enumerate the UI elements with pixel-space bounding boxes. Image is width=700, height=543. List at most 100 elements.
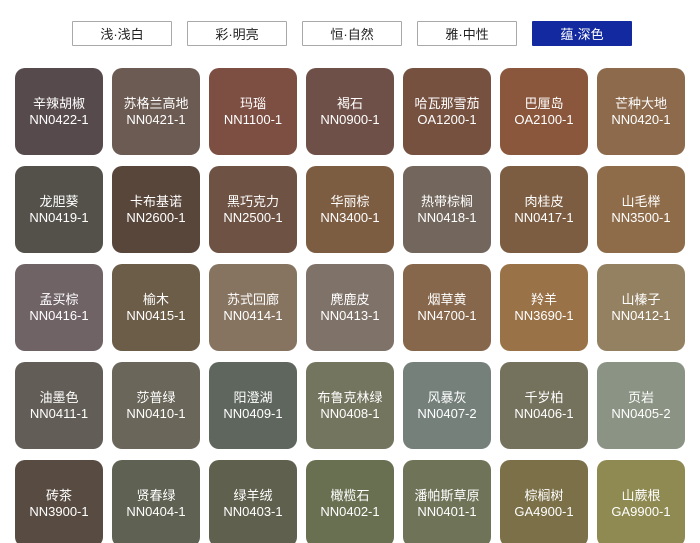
swatch-code: NN2600-1: [126, 209, 186, 225]
swatch-code: NN0900-1: [320, 111, 380, 127]
color-swatch[interactable]: 热带棕榈 NN0418-1: [403, 166, 491, 253]
color-swatch[interactable]: 莎普绿 NN0410-1: [112, 362, 200, 449]
color-swatch[interactable]: 阳澄湖 NN0409-1: [209, 362, 297, 449]
swatch-code: NN0422-1: [29, 111, 89, 127]
swatch-code: NN0419-1: [29, 209, 89, 225]
color-swatch[interactable]: 麂鹿皮 NN0413-1: [306, 264, 394, 351]
swatch-code: NN0417-1: [514, 209, 574, 225]
swatch-name: 龙胆葵: [39, 193, 79, 209]
swatch-name: 麂鹿皮: [330, 291, 370, 307]
color-swatch[interactable]: 玛瑙 NN1100-1: [209, 68, 297, 155]
color-swatch[interactable]: 龙胆葵 NN0419-1: [15, 166, 103, 253]
color-swatch[interactable]: 山榛子 NN0412-1: [597, 264, 685, 351]
color-swatch-grid: 辛辣胡椒 NN0422-1 苏格兰高地 NN0421-1 玛瑙 NN1100-1 褐石 NN0…: [15, 68, 685, 543]
color-swatch[interactable]: 孟买棕 NN0416-1: [15, 264, 103, 351]
swatch-code: NN0401-1: [417, 503, 477, 519]
tab-color-category-3[interactable]: 恒·自然: [302, 21, 403, 46]
swatch-name: 绿羊绒: [233, 487, 273, 503]
swatch-name: 橄榄石: [330, 487, 370, 503]
swatch-code: NN0405-2: [611, 405, 671, 421]
swatch-name: 莎普绿: [136, 389, 176, 405]
swatch-name: 卡布基诺: [129, 193, 182, 209]
swatch-name: 棕榈树: [524, 487, 564, 503]
swatch-name: 热带棕榈: [420, 193, 473, 209]
swatch-name: 阳澄湖: [233, 389, 273, 405]
swatch-name: 辛辣胡椒: [32, 95, 85, 111]
swatch-name: 砖茶: [45, 487, 72, 503]
swatch-code: NN2500-1: [223, 209, 283, 225]
color-swatch[interactable]: 哈瓦那雪茄 OA1200-1: [403, 68, 491, 155]
color-swatch[interactable]: 砖茶 NN3900-1: [15, 460, 103, 543]
color-swatch[interactable]: 芒种大地 NN0420-1: [597, 68, 685, 155]
color-swatch[interactable]: 卡布基诺 NN2600-1: [112, 166, 200, 253]
swatch-name: 潘帕斯草原: [414, 487, 480, 503]
swatch-code: NN0406-1: [514, 405, 574, 421]
tab-color-category-5[interactable]: 蕴·深色: [532, 21, 632, 46]
color-swatch[interactable]: 羚羊 NN3690-1: [500, 264, 588, 351]
color-swatch[interactable]: 贤春绿 NN0404-1: [112, 460, 200, 543]
swatch-name: 山榛子: [621, 291, 661, 307]
swatch-name: 孟买棕: [39, 291, 79, 307]
swatch-code: GA9900-1: [611, 503, 671, 519]
swatch-name: 黑巧克力: [226, 193, 279, 209]
color-swatch[interactable]: 黑巧克力 NN2500-1: [209, 166, 297, 253]
swatch-name: 风暴灰: [427, 389, 467, 405]
swatch-name: 千岁柏: [524, 389, 564, 405]
color-swatch[interactable]: 榆木 NN0415-1: [112, 264, 200, 351]
swatch-code: NN0403-1: [223, 503, 283, 519]
color-swatch[interactable]: 页岩 NN0405-2: [597, 362, 685, 449]
color-swatch[interactable]: 棕榈树 GA4900-1: [500, 460, 588, 543]
swatch-code: NN0414-1: [223, 307, 283, 323]
swatch-code: NN0415-1: [126, 307, 186, 323]
swatch-code: NN4700-1: [417, 307, 477, 323]
tab-color-category-2[interactable]: 彩·明亮: [187, 21, 288, 46]
color-swatch[interactable]: 千岁柏 NN0406-1: [500, 362, 588, 449]
color-swatch[interactable]: 山毛榉 NN3500-1: [597, 166, 685, 253]
color-swatch[interactable]: 油墨色 NN0411-1: [15, 362, 103, 449]
swatch-name: 苏格兰高地: [123, 95, 189, 111]
color-swatch[interactable]: 华丽棕 NN3400-1: [306, 166, 394, 253]
swatch-code: NN0407-2: [417, 405, 477, 421]
color-swatch[interactable]: 布鲁克林绿 NN0408-1: [306, 362, 394, 449]
swatch-code: NN0409-1: [223, 405, 283, 421]
color-swatch[interactable]: 苏格兰高地 NN0421-1: [112, 68, 200, 155]
tab-color-category-1[interactable]: 浅·浅白: [72, 21, 173, 46]
swatch-name: 榆木: [142, 291, 169, 307]
swatch-code: NN0404-1: [126, 503, 186, 519]
swatch-code: GA4900-1: [514, 503, 574, 519]
swatch-name: 羚羊: [530, 291, 557, 307]
color-swatch[interactable]: 橄榄石 NN0402-1: [306, 460, 394, 543]
color-swatch[interactable]: 山蕨根 GA9900-1: [597, 460, 685, 543]
color-swatch[interactable]: 肉桂皮 NN0417-1: [500, 166, 588, 253]
swatch-name: 山蕨根: [621, 487, 661, 503]
swatch-code: NN0420-1: [611, 111, 671, 127]
color-swatch[interactable]: 褐石 NN0900-1: [306, 68, 394, 155]
swatch-name: 芒种大地: [614, 95, 667, 111]
swatch-code: NN0410-1: [126, 405, 186, 421]
swatch-code: NN0421-1: [126, 111, 186, 127]
color-swatch[interactable]: 风暴灰 NN0407-2: [403, 362, 491, 449]
swatch-name: 玛瑙: [239, 95, 266, 111]
swatch-name: 烟草黄: [427, 291, 467, 307]
swatch-code: NN0412-1: [611, 307, 671, 323]
color-category-tab-bar: 浅·浅白 彩·明亮 恒·自然 雅·中性 蕴·深色: [72, 21, 632, 46]
swatch-name: 华丽棕: [330, 193, 370, 209]
color-swatch[interactable]: 巴厘岛 OA2100-1: [500, 68, 588, 155]
swatch-code: NN3400-1: [320, 209, 380, 225]
color-swatch[interactable]: 绿羊绒 NN0403-1: [209, 460, 297, 543]
swatch-code: NN3500-1: [611, 209, 671, 225]
swatch-code: NN0418-1: [417, 209, 477, 225]
swatch-code: NN0411-1: [29, 405, 89, 421]
swatch-name: 哈瓦那雪茄: [414, 95, 480, 111]
color-swatch[interactable]: 苏式回廊 NN0414-1: [209, 264, 297, 351]
swatch-code: NN1100-1: [223, 111, 283, 127]
swatch-code: NN3690-1: [514, 307, 574, 323]
swatch-name: 布鲁克林绿: [317, 389, 383, 405]
color-swatch[interactable]: 潘帕斯草原 NN0401-1: [403, 460, 491, 543]
tab-color-category-4[interactable]: 雅·中性: [417, 21, 518, 46]
swatch-name: 褐石: [336, 95, 363, 111]
swatch-name: 油墨色: [39, 389, 79, 405]
color-swatch[interactable]: 烟草黄 NN4700-1: [403, 264, 491, 351]
swatch-name: 巴厘岛: [524, 95, 564, 111]
color-swatch[interactable]: 辛辣胡椒 NN0422-1: [15, 68, 103, 155]
